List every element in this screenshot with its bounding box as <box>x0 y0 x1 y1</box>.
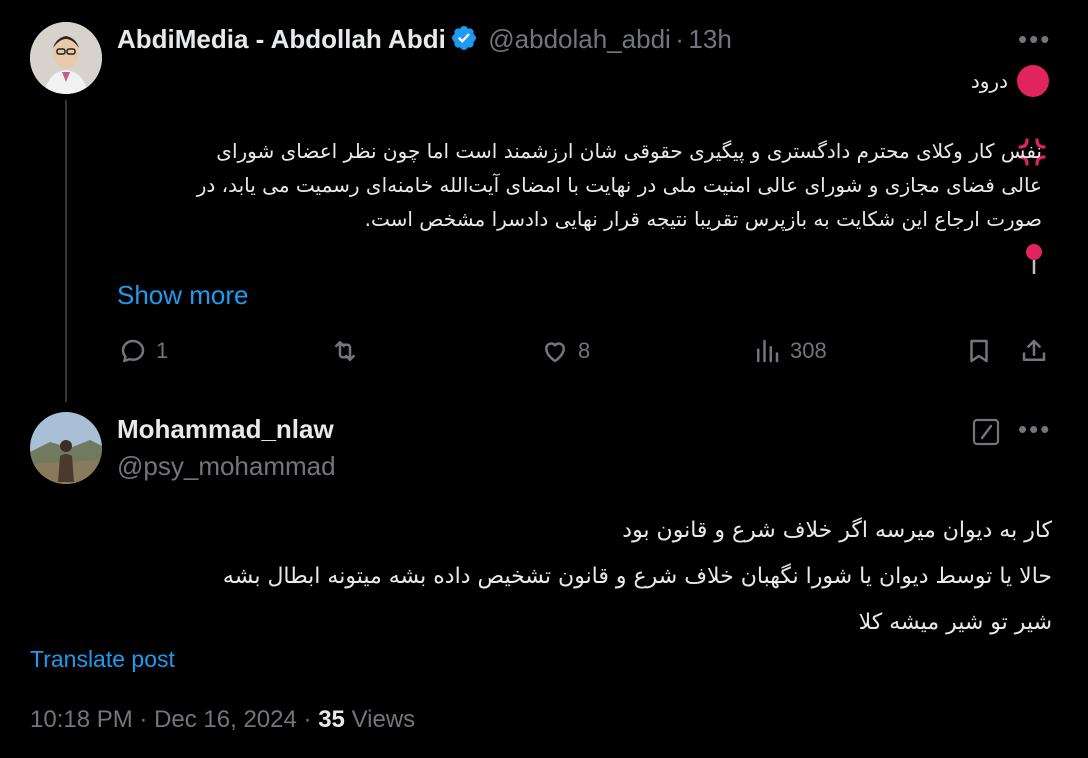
meta-dot-2: · <box>303 706 312 733</box>
avatar-mohammad[interactable] <box>30 412 102 484</box>
like-count: 8 <box>578 338 591 363</box>
avatar-abdimedia[interactable] <box>30 22 102 94</box>
bookmark-icon <box>970 339 988 363</box>
post-time[interactable]: 10:18 PM <box>30 706 133 733</box>
views-label: Views <box>351 706 416 733</box>
reply-more-icon[interactable]: ••• <box>1018 414 1051 445</box>
post-body-line-2: عالی فضای مجازی و شورای عالی امنیت ملی د… <box>196 173 1042 197</box>
post-body-line-1: نفس کار وکلای محترم دادگستری و پیگیری حق… <box>216 139 1042 163</box>
reply-line-3: شیر تو شیر میشه کلا <box>858 610 1052 635</box>
bookmark-button[interactable] <box>964 336 994 366</box>
avatar-image <box>30 412 102 484</box>
verified-badge-icon <box>451 26 476 50</box>
translate-post-link[interactable]: Translate post <box>30 646 175 673</box>
reply-line-1: کار به دیوان میرسه اگر خلاف شرع و قانون … <box>622 518 1052 543</box>
thread-connector <box>65 100 67 402</box>
post-date[interactable]: Dec 16, 2024 <box>154 706 297 733</box>
share-button[interactable] <box>1019 336 1049 366</box>
show-more-link[interactable]: Show more <box>117 280 249 311</box>
views-number: 35 <box>318 706 345 733</box>
reply-display-name[interactable]: Mohammad_nlaw <box>117 414 334 445</box>
red-circle-icon <box>1017 65 1049 97</box>
separator-dot: · <box>675 24 684 54</box>
like-icon <box>545 342 565 363</box>
display-name[interactable]: AbdiMedia - Abdollah Abdi <box>117 24 446 54</box>
views-button[interactable]: 308 <box>752 336 827 366</box>
retweet-icon <box>335 341 355 361</box>
reply-line-2: حالا یا توسط دیوان یا شورا نگهبان خلاف ش… <box>222 564 1052 589</box>
reply-handle[interactable]: @psy_mohammad <box>117 451 336 482</box>
reply-icon <box>121 339 145 363</box>
post-meta: 10:18 PM · Dec 16, 2024 · 35 Views <box>30 706 415 734</box>
edit-icon[interactable] <box>972 418 1000 446</box>
more-icon[interactable]: ••• <box>1018 24 1051 55</box>
views-icon <box>757 339 779 363</box>
meta-dot-1: · <box>139 706 148 733</box>
greeting-line: درود <box>971 64 1050 98</box>
post-header: AbdiMedia - Abdollah Abdi @abdolah_abdi … <box>117 24 732 55</box>
share-icon <box>1022 339 1046 361</box>
reply-count: 1 <box>156 338 169 363</box>
timestamp[interactable]: 13h <box>688 24 731 54</box>
views-count: 308 <box>790 338 827 363</box>
pin-icon <box>1026 244 1042 274</box>
handle[interactable]: @abdolah_abdi <box>488 24 671 54</box>
like-button[interactable]: 8 <box>540 336 590 366</box>
post-body-line-3: صورت ارجاع این شکایت به بازپرس تقریبا نت… <box>364 207 1042 231</box>
retweet-button[interactable] <box>330 336 360 366</box>
reply-button[interactable]: 1 <box>118 336 168 366</box>
avatar-image <box>30 22 102 94</box>
greeting-text: درود <box>970 69 1008 93</box>
